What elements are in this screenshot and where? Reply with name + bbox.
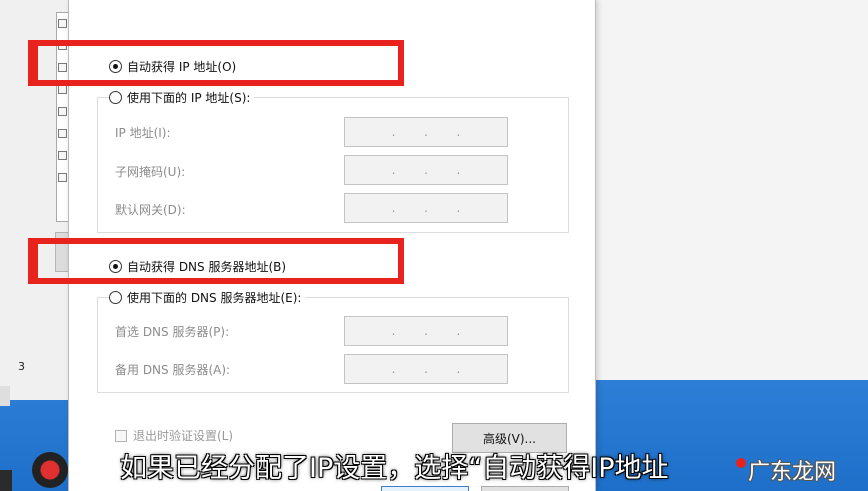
- background-checkbox: [58, 19, 67, 28]
- radio-manual-dns[interactable]: 使用下面的 DNS 服务器地址(E):: [109, 289, 306, 306]
- default-gateway-label: 默认网关(D):: [115, 203, 186, 217]
- background-checkbox: [58, 151, 67, 160]
- ip-separator: .: [391, 324, 396, 338]
- radio-manual-ip-label: 使用下面的 IP 地址(S):: [127, 91, 251, 105]
- alternate-dns-label: 备用 DNS 服务器(A):: [115, 363, 231, 377]
- watermark-logo-icon: [736, 458, 746, 468]
- ip-separator: .: [424, 201, 428, 215]
- ip-separator: .: [456, 201, 461, 215]
- taskbar-edge: [0, 470, 12, 491]
- ip-separator: .: [456, 125, 461, 139]
- highlight-auto-ip: [28, 40, 404, 86]
- ip-separator: .: [456, 163, 461, 177]
- background-number: 3: [18, 360, 25, 373]
- radio-manual-ip[interactable]: 使用下面的 IP 地址(S):: [109, 89, 255, 106]
- background-checkbox: [58, 129, 67, 138]
- subnet-mask-input[interactable]: . . .: [344, 155, 508, 185]
- ip-separator: .: [391, 201, 396, 215]
- ip-separator: .: [424, 125, 428, 139]
- subnet-mask-label: 子网掩码(U):: [115, 165, 186, 179]
- background-checkbox: [58, 85, 67, 94]
- radio-manual-dns-label: 使用下面的 DNS 服务器地址(E):: [127, 291, 302, 305]
- background-checkbox: [58, 107, 67, 116]
- taskbar-app-icon[interactable]: [32, 452, 68, 488]
- cancel-button[interactable]: [481, 486, 569, 491]
- ip-separator: .: [456, 324, 461, 338]
- validate-on-exit-checkbox[interactable]: 退出时验证设置(L): [115, 427, 233, 444]
- background-checkbox: [58, 173, 67, 182]
- default-gateway-input[interactable]: . . .: [344, 193, 508, 223]
- highlight-auto-dns: [28, 238, 404, 284]
- ip-address-label: IP 地址(I):: [115, 126, 171, 140]
- desktop-right-area: [598, 0, 868, 380]
- validate-on-exit-box[interactable]: [115, 429, 127, 442]
- background-tray: [0, 386, 10, 406]
- video-subtitle: 如果已经分配了IP设置，选择“自动获得IP地址: [120, 453, 669, 484]
- validate-on-exit-label: 退出时验证设置(L): [133, 429, 234, 443]
- preferred-dns-input[interactable]: . . .: [344, 316, 508, 346]
- ip-separator: .: [456, 362, 461, 376]
- watermark-text: 广东龙网: [748, 460, 837, 485]
- alternate-dns-input[interactable]: . . .: [344, 354, 508, 384]
- preferred-dns-label: 首选 DNS 服务器(P):: [115, 325, 230, 339]
- radio-manual-dns-indicator[interactable]: [109, 291, 122, 304]
- ip-separator: .: [391, 125, 396, 139]
- ip-separator: .: [424, 362, 428, 376]
- ip-separator: .: [391, 163, 396, 177]
- ip-address-input[interactable]: . . .: [344, 117, 508, 147]
- ip-separator: .: [391, 362, 396, 376]
- ok-button[interactable]: [381, 486, 469, 491]
- ip-separator: .: [424, 163, 428, 177]
- ip-separator: .: [424, 324, 428, 338]
- radio-manual-ip-indicator[interactable]: [109, 91, 122, 104]
